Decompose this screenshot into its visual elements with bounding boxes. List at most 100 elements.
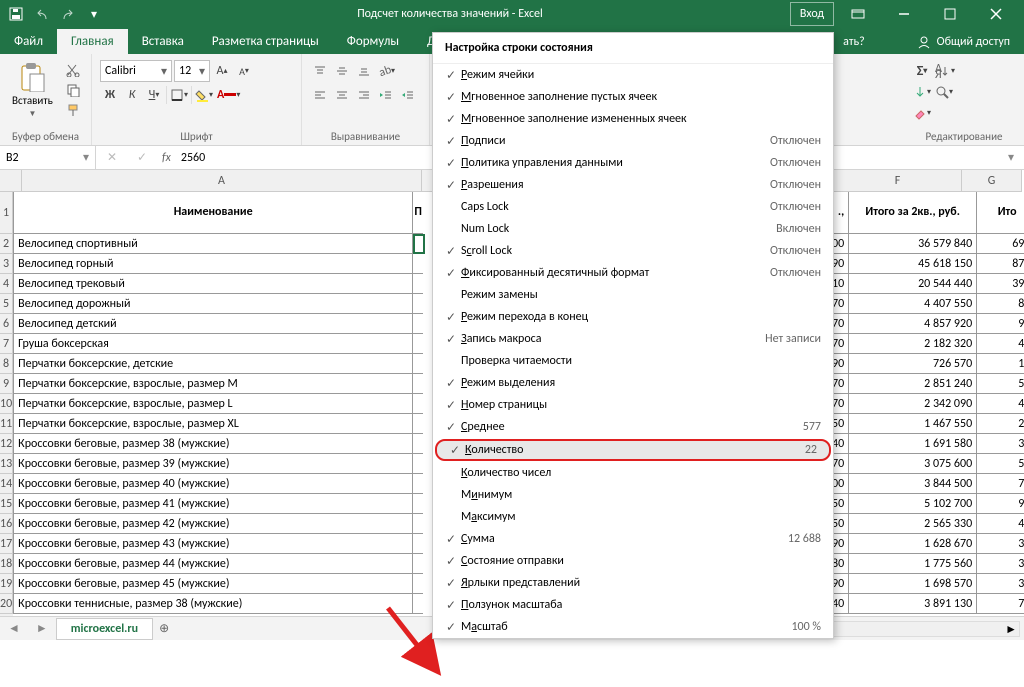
- name-box[interactable]: ▾: [0, 146, 96, 169]
- sheet-tab[interactable]: microexcel.ru: [56, 618, 153, 640]
- row-header-12[interactable]: 12: [0, 434, 13, 454]
- cell-name[interactable]: Велосипед спортивный: [13, 234, 413, 254]
- row-header-20[interactable]: 20: [0, 594, 13, 614]
- cell-f[interactable]: 45 618 150: [849, 254, 977, 274]
- cell-f[interactable]: 20 544 440: [849, 274, 977, 294]
- cell-f[interactable]: 3 075 600: [849, 454, 977, 474]
- menu-item[interactable]: Режим замены: [433, 284, 833, 306]
- cell-name[interactable]: Велосипед трековый: [13, 274, 413, 294]
- border-icon[interactable]: ▾: [169, 85, 189, 105]
- cell-name[interactable]: Кроссовки беговые, размер 44 (мужские): [13, 554, 413, 574]
- find-select-icon[interactable]: ▾: [934, 82, 954, 102]
- menu-item[interactable]: ✓Номер страницы: [433, 394, 833, 416]
- cell-g[interactable]: 1 3: [977, 354, 1024, 374]
- row-header-3[interactable]: 3: [0, 254, 13, 274]
- align-center-icon[interactable]: [332, 85, 352, 105]
- fill-color-icon[interactable]: ▾: [194, 85, 214, 105]
- cell-f[interactable]: 36 579 840: [849, 234, 977, 254]
- row-header-8[interactable]: 8: [0, 354, 13, 374]
- cell-g[interactable]: 4 1: [977, 334, 1024, 354]
- add-sheet-icon[interactable]: ⊕: [153, 618, 175, 640]
- tab-insert[interactable]: Вставка: [128, 29, 198, 54]
- cell-name[interactable]: Кроссовки беговые, размер 39 (мужские): [13, 454, 413, 474]
- cell-g[interactable]: 2 8: [977, 414, 1024, 434]
- paste-button[interactable]: Вставить ▼: [8, 60, 57, 121]
- menu-item[interactable]: Caps LockОтключен: [433, 196, 833, 218]
- col-header-A[interactable]: A: [22, 170, 422, 192]
- cell-f[interactable]: 4 857 920: [849, 314, 977, 334]
- menu-item[interactable]: ✓Среднее577: [433, 416, 833, 438]
- menu-item[interactable]: ✓Количество22: [435, 439, 831, 461]
- cell-g[interactable]: 3 1: [977, 534, 1024, 554]
- menu-item[interactable]: ✓Режим перехода в конец: [433, 306, 833, 328]
- fx-icon[interactable]: fx: [162, 151, 171, 165]
- menu-item[interactable]: ✓Масштаб100 %: [433, 616, 833, 638]
- enter-icon[interactable]: ✓: [132, 148, 152, 168]
- copy-icon[interactable]: [63, 80, 83, 100]
- close-icon[interactable]: [974, 0, 1018, 28]
- cell-f[interactable]: 2 851 240: [849, 374, 977, 394]
- cell-f[interactable]: 1 467 550: [849, 414, 977, 434]
- decrease-indent-icon[interactable]: [376, 85, 396, 105]
- italic-button[interactable]: К: [122, 85, 142, 105]
- menu-item[interactable]: ✓Сумма12 688: [433, 528, 833, 550]
- menu-item[interactable]: ✓Scroll LockОтключен: [433, 240, 833, 262]
- cell-f[interactable]: 2 342 090: [849, 394, 977, 414]
- menu-item[interactable]: ✓Режим ячейки: [433, 64, 833, 86]
- sheet-nav-prev-icon[interactable]: ◄: [0, 618, 28, 639]
- row-header-2[interactable]: 2: [0, 234, 13, 254]
- cell-name[interactable]: Кроссовки беговые, размер 45 (мужские): [13, 574, 413, 594]
- increase-font-icon[interactable]: A▴: [212, 61, 232, 81]
- minimize-icon[interactable]: [882, 0, 926, 28]
- orientation-icon[interactable]: ab▾: [376, 61, 396, 81]
- cell-name[interactable]: Кроссовки беговые, размер 43 (мужские): [13, 534, 413, 554]
- maximize-icon[interactable]: [928, 0, 972, 28]
- row-header-16[interactable]: 16: [0, 514, 13, 534]
- row-header-6[interactable]: 6: [0, 314, 13, 334]
- cell-name[interactable]: Кроссовки беговые, размер 38 (мужские): [13, 434, 413, 454]
- tab-formulas[interactable]: Формулы: [333, 29, 413, 54]
- font-size-select[interactable]: 12▾: [174, 60, 210, 82]
- align-left-icon[interactable]: [310, 85, 330, 105]
- menu-item[interactable]: Проверка читаемости: [433, 350, 833, 372]
- cell-name[interactable]: Перчатки боксерские, взрослые, размер M: [13, 374, 413, 394]
- cell-f[interactable]: 5 102 700: [849, 494, 977, 514]
- qat-dropdown-icon[interactable]: ▾: [84, 4, 104, 24]
- decrease-font-icon[interactable]: A▾: [234, 61, 254, 81]
- cell-g[interactable]: 4 8: [977, 514, 1024, 534]
- fill-icon[interactable]: ▾: [912, 82, 932, 102]
- tab-layout[interactable]: Разметка страницы: [198, 29, 333, 54]
- cell-name[interactable]: Велосипед детский: [13, 314, 413, 334]
- cell-g[interactable]: 7 3: [977, 474, 1024, 494]
- menu-item[interactable]: ✓Фиксированный десятичный форматОтключен: [433, 262, 833, 284]
- login-button[interactable]: Вход: [790, 2, 834, 26]
- font-name-select[interactable]: Calibri▾: [100, 60, 172, 82]
- cell-f[interactable]: 1 691 580: [849, 434, 977, 454]
- cell-name[interactable]: Кроссовки теннисные, размер 38 (мужские): [13, 594, 413, 614]
- save-icon[interactable]: [6, 4, 26, 24]
- cell-g[interactable]: 3 2: [977, 434, 1024, 454]
- cell-g[interactable]: 5 8: [977, 454, 1024, 474]
- row-header-5[interactable]: 5: [0, 294, 13, 314]
- row-header-1[interactable]: 1: [0, 192, 13, 234]
- cell-name[interactable]: Перчатки боксерские, взрослые, размер XL: [13, 414, 413, 434]
- cancel-icon[interactable]: ✕: [102, 148, 122, 168]
- autosum-icon[interactable]: Σ▾: [912, 61, 932, 81]
- col-header-F[interactable]: F: [834, 170, 962, 192]
- cell-f[interactable]: 1 775 560: [849, 554, 977, 574]
- cell-f[interactable]: 1 698 570: [849, 574, 977, 594]
- menu-item[interactable]: ✓Состояние отправки: [433, 550, 833, 572]
- cell-name[interactable]: Кроссовки беговые, размер 40 (мужские): [13, 474, 413, 494]
- cell-f[interactable]: 2 182 320: [849, 334, 977, 354]
- row-header-15[interactable]: 15: [0, 494, 13, 514]
- cell-name[interactable]: Велосипед горный: [13, 254, 413, 274]
- row-header-4[interactable]: 4: [0, 274, 13, 294]
- menu-item[interactable]: ✓Запись макросаНет записи: [433, 328, 833, 350]
- row-header-14[interactable]: 14: [0, 474, 13, 494]
- cell-name[interactable]: Перчатки боксерские, взрослые, размер L: [13, 394, 413, 414]
- menu-item[interactable]: ✓Политика управления даннымиОтключен: [433, 152, 833, 174]
- cell-name[interactable]: Кроссовки беговые, размер 42 (мужские): [13, 514, 413, 534]
- cell-g[interactable]: 69 8: [977, 234, 1024, 254]
- tab-file[interactable]: Файл: [0, 29, 57, 54]
- cell-g[interactable]: 4 4: [977, 394, 1024, 414]
